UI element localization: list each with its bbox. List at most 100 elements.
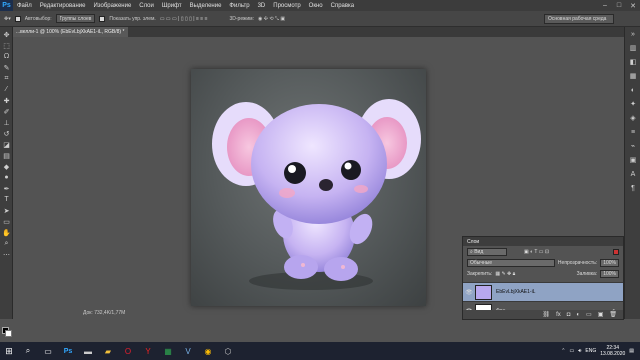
shape-tool-icon[interactable]: ▭: [0, 216, 13, 227]
menu-help[interactable]: Справка: [327, 3, 359, 9]
styles-panel-icon[interactable]: ✦: [625, 97, 640, 111]
menu-layer[interactable]: Слои: [135, 3, 158, 9]
lock-label: Закрепить:: [467, 270, 493, 277]
character-panel-icon[interactable]: A: [625, 167, 640, 181]
blend-mode-dropdown[interactable]: Обычные: [467, 258, 555, 267]
add-style-icon[interactable]: fx: [556, 312, 561, 318]
filter-icons[interactable]: ▣ ◐ T ▭ ⊡: [524, 249, 549, 255]
opera-icon[interactable]: O: [118, 342, 138, 360]
layers-panel-title[interactable]: Слои: [463, 237, 623, 246]
gradient-tool-icon[interactable]: ▤: [0, 150, 13, 161]
move-tool-icon[interactable]: ✥: [0, 29, 13, 40]
vegas-icon[interactable]: V: [178, 342, 198, 360]
show-transform-checkbox[interactable]: [99, 15, 106, 22]
layer-row-selected[interactable]: 👁︎ EbEvLbjXkAE1-iL: [463, 282, 623, 301]
file-explorer-icon[interactable]: ▰: [98, 342, 118, 360]
move-tool-icon[interactable]: ✥▾: [4, 16, 11, 22]
history-panel-icon[interactable]: ▥: [625, 41, 640, 55]
background-color-swatch[interactable]: [5, 330, 12, 337]
hand-tool-icon[interactable]: ✋: [0, 227, 13, 238]
tray-up-icon[interactable]: ⌃: [561, 348, 565, 354]
auto-select-label: Автовыбор:: [24, 15, 52, 22]
maximize-button[interactable]: □: [612, 2, 626, 10]
zoom-tool-icon[interactable]: ⌕: [0, 238, 13, 249]
menu-select[interactable]: Выделение: [186, 3, 226, 9]
delete-layer-icon[interactable]: 🗑︎: [609, 311, 617, 318]
eraser-tool-icon[interactable]: ◪: [0, 139, 13, 150]
options-bar: ✥▾ Автовыбор: Группы слоев Показать упр.…: [0, 11, 640, 27]
language-indicator[interactable]: ENG: [585, 348, 596, 354]
color-panel-icon[interactable]: ◧: [625, 55, 640, 69]
more-tools-icon[interactable]: ⋯: [0, 249, 13, 260]
yandex-icon[interactable]: Y: [138, 342, 158, 360]
layers-panel-icon[interactable]: ◈: [625, 111, 640, 125]
type-tool-icon[interactable]: T: [0, 194, 13, 205]
lasso-tool-icon[interactable]: ᘯ: [0, 51, 13, 62]
marquee-tool-icon[interactable]: ⬚: [0, 40, 13, 51]
document-tab[interactable]: ...велли-1 @ 100% (EbEvLbjXkAE1-iL, RGB/…: [12, 27, 129, 37]
task-view-icon[interactable]: ▭: [38, 342, 58, 360]
clock[interactable]: 22:34 13.08.2020: [600, 345, 625, 357]
healing-tool-icon[interactable]: ✚: [0, 95, 13, 106]
windows-start-icon[interactable]: ⊞: [0, 342, 18, 360]
close-button[interactable]: ✕: [626, 2, 640, 10]
brush-tool-icon[interactable]: ✐: [0, 106, 13, 117]
blend-row: Обычные Непрозрачность: 100%: [463, 257, 623, 268]
add-mask-icon[interactable]: ◘: [567, 312, 571, 318]
photoshop-taskbar-icon[interactable]: Ps: [58, 342, 78, 360]
volume-icon[interactable]: 🔊︎: [578, 348, 581, 354]
properties-panel-icon[interactable]: ▣: [625, 153, 640, 167]
swatches-panel-icon[interactable]: ▦: [625, 69, 640, 83]
chrome-icon[interactable]: ◉: [198, 342, 218, 360]
new-layer-icon[interactable]: ▣: [598, 311, 604, 318]
auto-select-dropdown[interactable]: Группы слоев: [55, 14, 96, 23]
menu-edit[interactable]: Редактирование: [36, 3, 90, 9]
photoshop-logo[interactable]: Ps: [0, 0, 13, 11]
menu-filter[interactable]: Фильтр: [225, 3, 253, 9]
sheets-icon[interactable]: ▦: [158, 342, 178, 360]
terminal-icon[interactable]: ▬: [78, 342, 98, 360]
menu-file[interactable]: Файл: [13, 3, 36, 9]
stamp-tool-icon[interactable]: ⊥: [0, 117, 13, 128]
eyedropper-tool-icon[interactable]: ⁄: [0, 84, 13, 95]
dodge-tool-icon[interactable]: ●: [0, 172, 13, 183]
layers-panel-footer: ⛓ fx ◘ ◐ ▭ ▣ 🗑︎: [463, 310, 623, 319]
paths-panel-icon[interactable]: ⌁: [625, 139, 640, 153]
align-icons[interactable]: ▭ ▭ ▭ | ▯ ▯ ▯ | ≡ ≡ ≡: [160, 16, 208, 22]
fill-input[interactable]: 100%: [600, 269, 619, 278]
new-group-icon[interactable]: ▭: [586, 311, 592, 318]
pen-tool-icon[interactable]: ✒: [0, 183, 13, 194]
notifications-icon[interactable]: ▤: [629, 348, 634, 354]
opacity-input[interactable]: 100%: [600, 258, 619, 267]
link-layers-icon[interactable]: ⛓: [542, 311, 550, 318]
paragraph-panel-icon[interactable]: ¶: [625, 181, 640, 195]
document-canvas[interactable]: [191, 69, 426, 306]
3d-mode-icons[interactable]: ◉ ✣ ⟲ ⤡ ▣: [258, 16, 285, 22]
app-icon[interactable]: ⬡: [218, 342, 238, 360]
menu-view[interactable]: Просмотр: [269, 3, 304, 9]
lock-icons[interactable]: ▦ ✎ ✥ 🔒︎: [495, 271, 515, 277]
collapse-icon[interactable]: »: [625, 27, 640, 41]
kind-filter-dropdown[interactable]: ⌕ Вид: [467, 247, 507, 256]
path-select-tool-icon[interactable]: ➤: [0, 205, 13, 216]
network-icon[interactable]: ▭: [570, 348, 575, 354]
menu-type[interactable]: Шрифт: [158, 3, 186, 9]
filter-toggle[interactable]: [613, 248, 619, 255]
layer-name: EbEvLbjXkAE1-iL: [496, 289, 536, 295]
quick-select-tool-icon[interactable]: ✎: [0, 62, 13, 73]
crop-tool-icon[interactable]: ⌗: [0, 73, 13, 84]
search-icon[interactable]: ⌕: [18, 342, 38, 360]
menu-3d[interactable]: 3D: [254, 3, 270, 9]
visibility-eye-icon[interactable]: 👁︎: [463, 289, 475, 296]
history-brush-tool-icon[interactable]: ↺: [0, 128, 13, 139]
minimize-button[interactable]: –: [598, 2, 612, 10]
document-size-info[interactable]: Док: 732,4K/1,77M: [83, 310, 125, 316]
channels-panel-icon[interactable]: ≡: [625, 125, 640, 139]
blur-tool-icon[interactable]: ◆: [0, 161, 13, 172]
auto-select-checkbox[interactable]: [14, 15, 21, 22]
workspace-dropdown[interactable]: Основная рабочая среда: [544, 14, 614, 24]
adjustments-panel-icon[interactable]: ◐: [625, 83, 640, 97]
new-adjustment-icon[interactable]: ◐: [576, 312, 580, 318]
menu-window[interactable]: Окно: [305, 3, 327, 9]
menu-image[interactable]: Изображение: [89, 3, 135, 9]
